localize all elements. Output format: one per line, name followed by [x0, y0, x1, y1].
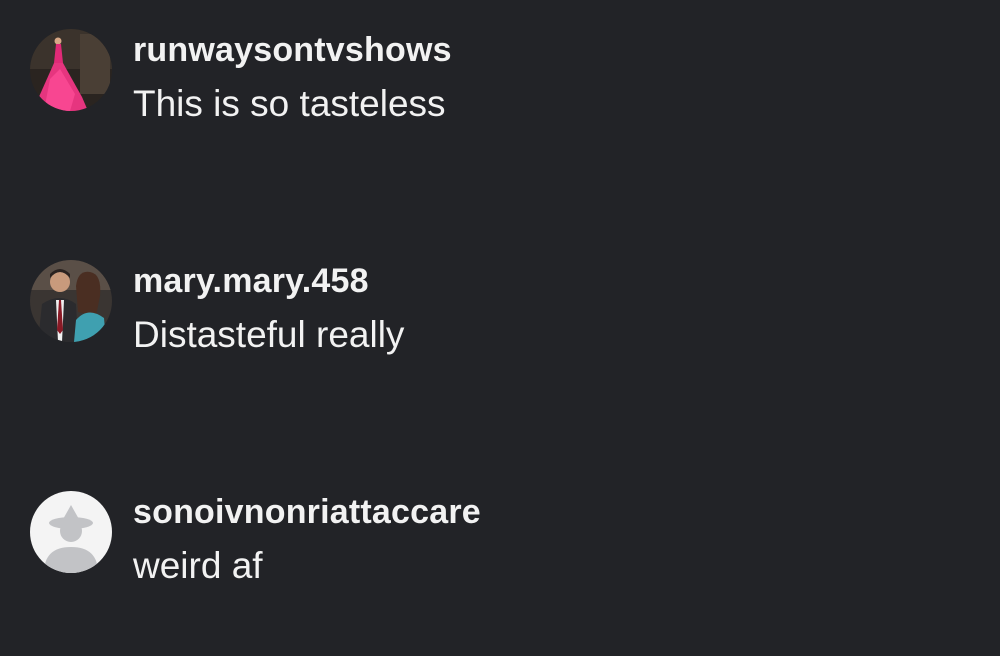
avatar[interactable] — [30, 29, 112, 111]
comments-list: runwaysontvshows This is so tasteless ma… — [0, 0, 1000, 656]
comment-text: This is so tasteless — [133, 83, 446, 124]
comment-text: Distasteful really — [133, 314, 405, 355]
profile-photo-pink-gown-icon — [30, 29, 112, 111]
avatar[interactable] — [30, 491, 112, 573]
comment-username[interactable]: runwaysontvshows — [133, 31, 452, 69]
comment-item: sonoivnonriattaccare weird af — [30, 491, 481, 587]
avatar[interactable] — [30, 260, 112, 342]
comment-username[interactable]: mary.mary.458 — [133, 262, 404, 300]
comment-item: runwaysontvshows This is so tasteless — [30, 29, 452, 125]
comment-item: mary.mary.458 Distasteful really — [30, 260, 404, 356]
default-avatar-icon — [30, 491, 112, 573]
comment-text: weird af — [133, 545, 263, 586]
profile-photo-couple-icon — [30, 260, 112, 342]
comment-username[interactable]: sonoivnonriattaccare — [133, 493, 481, 531]
